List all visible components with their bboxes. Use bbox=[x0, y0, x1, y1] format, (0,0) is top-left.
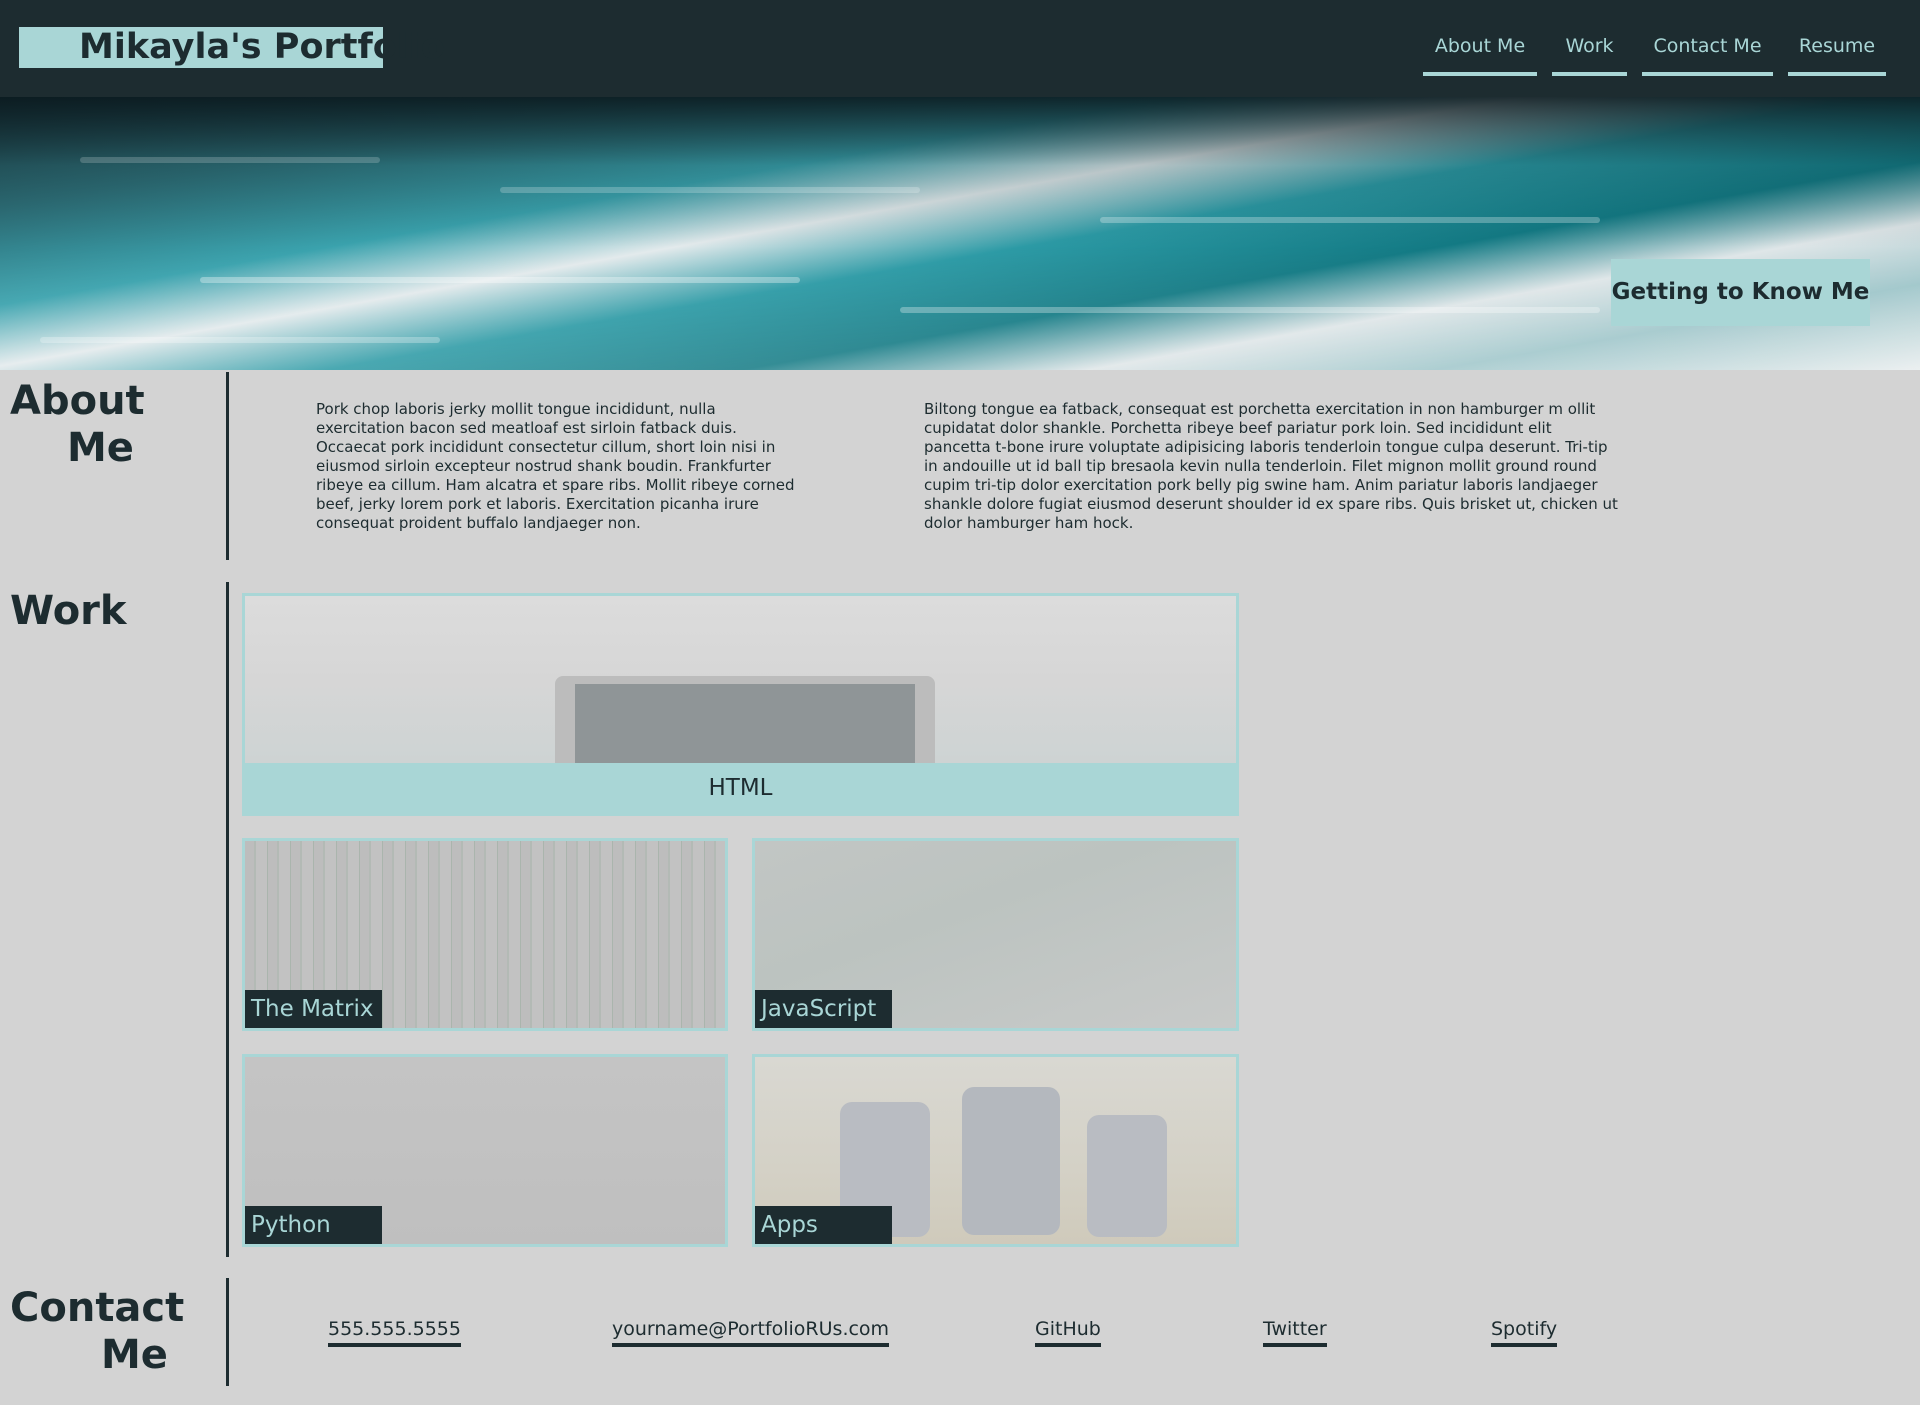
contact-title-line1: Contact bbox=[10, 1285, 185, 1331]
contact-spotify-link[interactable]: Spotify bbox=[1491, 1317, 1558, 1347]
work-title: Work bbox=[10, 588, 127, 634]
contact-title-line2: Me bbox=[101, 1332, 168, 1378]
wave-streak bbox=[200, 277, 800, 283]
project-card-apps[interactable]: Apps bbox=[752, 1054, 1239, 1247]
phone-icon bbox=[962, 1087, 1060, 1235]
nav-contact-me[interactable]: Contact Me bbox=[1642, 30, 1773, 76]
hero-banner bbox=[0, 97, 1920, 370]
nav-resume[interactable]: Resume bbox=[1788, 30, 1886, 76]
about-divider bbox=[226, 372, 229, 560]
project-label: The Matrix bbox=[245, 990, 382, 1028]
project-card-python[interactable]: Python bbox=[242, 1054, 728, 1247]
project-card-html[interactable]: HTML bbox=[242, 593, 1239, 816]
wave-streak bbox=[1100, 217, 1600, 223]
about-title-line1: About bbox=[10, 378, 145, 424]
project-card-javascript[interactable]: JavaScript bbox=[752, 838, 1239, 1031]
laptop-screen bbox=[575, 684, 915, 764]
contact-divider bbox=[226, 1278, 229, 1386]
wave-streak bbox=[80, 157, 380, 163]
brand-title: Mikayla's Portfolio bbox=[79, 27, 445, 67]
site-header: Mikayla's Portfolio About Me Work Contac… bbox=[0, 0, 1920, 97]
contact-email-link[interactable]: yourname@PortfolioRUs.com bbox=[612, 1317, 890, 1347]
nav-about-me[interactable]: About Me bbox=[1423, 30, 1537, 76]
wave-streak bbox=[900, 307, 1600, 313]
work-divider bbox=[226, 582, 229, 1257]
getting-to-know-me-button[interactable]: Getting to Know Me bbox=[1611, 259, 1870, 326]
contact-github-link[interactable]: GitHub bbox=[1035, 1317, 1101, 1347]
contact-phone-link[interactable]: 555.555.5555 bbox=[328, 1317, 461, 1347]
brand-logo[interactable]: Mikayla's Portfolio bbox=[19, 27, 445, 68]
project-card-the-matrix[interactable]: The Matrix bbox=[242, 838, 728, 1031]
project-label: JavaScript bbox=[755, 990, 892, 1028]
project-label: Apps bbox=[755, 1206, 892, 1244]
about-paragraph-1: Pork chop laboris jerky mollit tongue in… bbox=[316, 400, 795, 532]
wave-streak bbox=[40, 337, 440, 343]
project-label: HTML bbox=[245, 763, 1236, 813]
about-paragraph-2: Biltong tongue ea fatback, consequat est… bbox=[924, 400, 1618, 532]
project-label: Python bbox=[245, 1206, 382, 1244]
wave-streak bbox=[500, 187, 920, 193]
about-title-line2: Me bbox=[67, 425, 134, 471]
nav-work[interactable]: Work bbox=[1552, 30, 1627, 76]
contact-twitter-link[interactable]: Twitter bbox=[1263, 1317, 1327, 1347]
phone-icon bbox=[1087, 1115, 1167, 1237]
